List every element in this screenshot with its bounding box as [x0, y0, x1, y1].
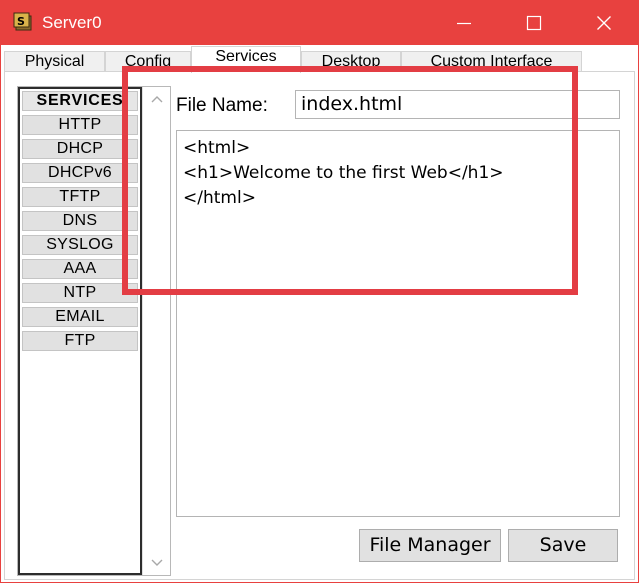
svg-text:S: S [17, 15, 25, 28]
service-item-dhcp[interactable]: DHCP [22, 139, 138, 159]
file-manager-button[interactable]: File Manager [359, 529, 501, 562]
service-item-dns[interactable]: DNS [22, 211, 138, 231]
chevron-down-icon[interactable] [151, 559, 163, 567]
file-name-label: File Name: [176, 95, 268, 116]
service-item-tftp[interactable]: TFTP [22, 187, 138, 207]
tab-desktop[interactable]: Desktop [301, 51, 401, 73]
services-scrollbar[interactable] [142, 87, 170, 575]
service-item-dhcpv6[interactable]: DHCPv6 [22, 163, 138, 183]
save-button[interactable]: Save [508, 529, 618, 562]
tab-custom-interface[interactable]: Custom Interface [401, 51, 582, 73]
window-title: Server0 [42, 13, 102, 32]
editor-line: <h1>Welcome to the first Web</h1> [183, 163, 504, 183]
minimize-button[interactable] [436, 1, 492, 45]
chevron-up-icon[interactable] [151, 95, 163, 103]
tab-bar: Physical Config Services Desktop Custom … [1, 45, 638, 73]
close-icon [597, 16, 611, 30]
service-item-email[interactable]: EMAIL [22, 307, 138, 327]
close-button[interactable] [576, 1, 632, 45]
html-content-editor[interactable]: <html> <h1>Welcome to the first Web</h1>… [176, 130, 620, 517]
services-list: SERVICES HTTP DHCP DHCPv6 TFTP DNS SYSLO… [18, 87, 142, 575]
maximize-icon [526, 15, 542, 31]
tab-services[interactable]: Services [191, 46, 301, 73]
editor-line: <html> [183, 138, 251, 158]
tab-config[interactable]: Config [105, 51, 191, 73]
services-panel: SERVICES HTTP DHCP DHCPv6 TFTP DNS SYSLO… [17, 86, 171, 576]
application-window: S Server0 Physical Config Services Deskt… [0, 0, 639, 583]
service-item-ftp[interactable]: FTP [22, 331, 138, 351]
service-item-ntp[interactable]: NTP [22, 283, 138, 303]
editor-line: </html> [183, 188, 256, 208]
maximize-button[interactable] [506, 1, 562, 45]
service-item-syslog[interactable]: SYSLOG [22, 235, 138, 255]
services-header: SERVICES [22, 91, 138, 111]
title-bar[interactable]: S Server0 [1, 1, 638, 45]
service-item-aaa[interactable]: AAA [22, 259, 138, 279]
file-name-input[interactable]: index.html [295, 90, 620, 119]
server-app-icon: S [13, 12, 32, 31]
tab-physical[interactable]: Physical [4, 51, 105, 73]
minimize-icon [457, 22, 471, 25]
services-tab-content: SERVICES HTTP DHCP DHCPv6 TFTP DNS SYSLO… [4, 71, 635, 580]
service-item-http[interactable]: HTTP [22, 115, 138, 135]
